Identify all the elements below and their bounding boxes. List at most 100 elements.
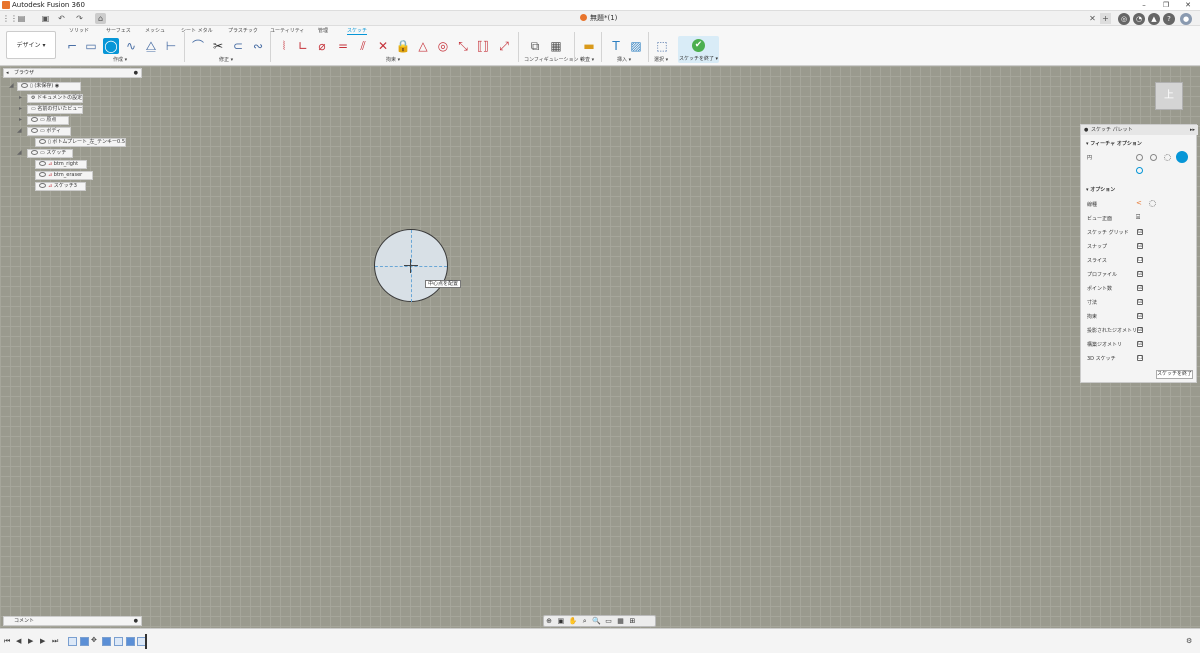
timeline-move-feature-icon[interactable]: ✥ — [91, 636, 97, 644]
browser-root[interactable]: ▯ (未保存) ◉ — [17, 82, 81, 91]
construction-linetype-icon[interactable]: < — [1136, 199, 1142, 207]
visibility-eye-icon[interactable] — [39, 161, 46, 166]
fix-constraint-icon[interactable]: 🔒 — [395, 38, 411, 54]
tab-surface[interactable]: サーフェス — [106, 27, 131, 34]
expand-panel-icon[interactable]: ▸▸ — [1190, 125, 1195, 135]
equal-constraint-icon[interactable]: = — [335, 38, 351, 54]
tab-sheet-metal[interactable]: シート メタル — [181, 27, 213, 34]
timeline-extrude-feature[interactable] — [80, 637, 89, 646]
timeline-sketch-feature[interactable] — [114, 637, 123, 646]
construction-geometry-checkbox[interactable]: ☑ — [1137, 341, 1143, 347]
center-diameter-circle-icon[interactable] — [1136, 154, 1143, 161]
tangent-circle-icon[interactable] — [1136, 167, 1143, 174]
smooth-constraint-icon[interactable]: ⤢ — [496, 38, 512, 54]
collapse-icon[interactable]: ◂ — [6, 69, 9, 77]
trim-tool-icon[interactable]: ✂ — [210, 38, 226, 54]
job-status-icon[interactable]: ◔ — [1133, 13, 1145, 25]
timeline-extrude-feature[interactable] — [126, 637, 135, 646]
document-tab[interactable]: 無題*(1) — [580, 13, 617, 24]
select-menu[interactable]: 選択 ▾ — [654, 56, 668, 63]
new-tab-icon[interactable]: + — [1100, 13, 1111, 24]
display-settings-icon[interactable]: ▭ — [604, 616, 614, 626]
mirror-tool-icon[interactable]: ⧋ — [143, 38, 159, 54]
grid-checkbox[interactable]: ☑ — [1137, 229, 1143, 235]
browser-item-origin[interactable]: ▭ 原点 — [27, 116, 69, 125]
dimensions-checkbox[interactable]: ☑ — [1137, 299, 1143, 305]
browser-item-bodies[interactable]: ▭ ボディ — [27, 127, 71, 136]
palette-header[interactable]: ● スケッチ パレット ▸▸ — [1081, 125, 1198, 135]
expand-arrow-icon[interactable]: ◢ — [9, 82, 14, 89]
close-tab-icon[interactable]: ✕ — [1087, 13, 1098, 24]
feature-options-section[interactable]: ▾ フィーチャ オプション — [1086, 140, 1142, 147]
spline-tool-icon[interactable]: ∿ — [123, 38, 139, 54]
browser-item-sketch[interactable]: ⊿ btm_right — [35, 160, 87, 169]
notifications-icon[interactable]: ▲ — [1148, 13, 1160, 25]
offset-tool-icon[interactable]: ⊂ — [230, 38, 246, 54]
grid-settings-icon[interactable]: ▦ — [616, 616, 626, 626]
go-to-end-icon[interactable]: ⏭ — [52, 637, 58, 646]
browser-item-sketch[interactable]: ⊿ スケッチ3 — [35, 182, 86, 191]
comments-panel[interactable]: コメント ● — [3, 616, 142, 626]
select-window-icon[interactable]: ⬚ — [654, 38, 670, 54]
sketch-canvas[interactable] — [0, 66, 1200, 628]
redo-icon[interactable]: ↷ — [74, 13, 85, 24]
perpendicular-constraint-icon[interactable]: ∟ — [295, 38, 311, 54]
step-forward-icon[interactable]: ▶ — [40, 637, 45, 645]
create-menu[interactable]: 作成 ▾ — [113, 56, 127, 63]
line-tool-icon[interactable]: ⌐ — [64, 38, 80, 54]
expand-arrow-icon[interactable]: ◢ — [17, 127, 22, 134]
collinear-constraint-icon[interactable]: ✕ — [375, 38, 391, 54]
tangent-constraint-icon[interactable]: ⌀ — [314, 38, 330, 54]
finish-sketch-palette-button[interactable]: スケッチを終了 — [1156, 370, 1193, 379]
active-radio-icon[interactable]: ◉ — [55, 83, 59, 89]
rectangle-tool-icon[interactable]: ▭ — [83, 38, 99, 54]
save-icon[interactable]: ▣ — [40, 13, 51, 24]
constraints-checkbox[interactable]: ☑ — [1137, 313, 1143, 319]
symmetry-constraint-icon[interactable]: ⟦⟧ — [475, 38, 491, 54]
panel-dot-icon[interactable]: ● — [134, 617, 138, 625]
tab-utilities[interactable]: ユーティリティ — [270, 27, 304, 34]
timeline-marker[interactable] — [145, 634, 147, 649]
options-section[interactable]: ▾ オプション — [1086, 186, 1115, 193]
two-point-circle-icon[interactable] — [1150, 154, 1157, 161]
viewports-icon[interactable]: ⊞ — [627, 616, 637, 626]
extensions-icon[interactable]: ◎ — [1118, 13, 1130, 25]
project-tool-icon[interactable]: ⊢ — [163, 38, 179, 54]
triangle-constraint-icon[interactable]: △ — [415, 38, 431, 54]
visibility-eye-icon[interactable] — [31, 150, 38, 155]
minimize-icon[interactable]: – — [1134, 0, 1154, 11]
browser-item-named-views[interactable]: ▭ 名前の付いたビュー — [27, 105, 84, 114]
visibility-eye-icon[interactable] — [39, 183, 46, 188]
inspect-menu[interactable]: 検査 ▾ — [580, 56, 594, 63]
orbit-icon[interactable]: ⊕ — [544, 616, 554, 626]
visibility-eye-icon[interactable] — [31, 128, 38, 133]
pan-hand-icon[interactable]: ✋ — [568, 616, 578, 626]
visibility-eye-icon[interactable] — [21, 83, 28, 88]
apps-grid-icon[interactable]: ⋮⋮ — [2, 13, 18, 24]
expand-arrow-icon[interactable]: ◢ — [17, 149, 22, 156]
snap-checkbox[interactable]: ☑ — [1137, 243, 1143, 249]
timeline-sketch-feature[interactable] — [68, 637, 77, 646]
coincident-constraint-icon[interactable]: ⦚ — [276, 38, 292, 54]
visibility-eye-icon[interactable] — [39, 172, 46, 177]
file-menu-icon[interactable]: ▤ — [16, 13, 27, 24]
parallel-constraint-icon[interactable]: ⫽ — [355, 38, 371, 54]
profile-checkbox[interactable]: ☑ — [1137, 271, 1143, 277]
concentric-constraint-icon[interactable]: ◎ — [435, 38, 451, 54]
expand-arrow-icon[interactable]: ▸ — [19, 105, 22, 112]
fillet-tool-icon[interactable]: ⌒ — [190, 38, 206, 54]
configure-grid-icon[interactable]: ▦ — [548, 38, 564, 54]
expand-arrow-icon[interactable]: ▸ — [19, 94, 22, 101]
play-icon[interactable]: ▶ — [28, 637, 33, 645]
visibility-eye-icon[interactable] — [31, 117, 38, 122]
timeline-settings-gear-icon[interactable]: ⚙ — [1186, 637, 1192, 645]
browser-item-body[interactable]: ▯ ボトムプレート_左_テンキー0.5 — [35, 138, 126, 147]
slice-checkbox[interactable]: ☐ — [1137, 257, 1143, 263]
tab-solid[interactable]: ソリッド — [69, 27, 89, 34]
points-checkbox[interactable]: ☑ — [1137, 285, 1143, 291]
finish-sketch-button[interactable]: ✔ スケッチを終了 ▾ — [678, 36, 719, 63]
view-cube[interactable]: 上 — [1155, 82, 1183, 110]
midpoint-constraint-icon[interactable]: ⤡ — [455, 38, 471, 54]
tab-manage[interactable]: 管理 — [318, 27, 328, 34]
panel-dot-icon[interactable]: ● — [134, 69, 138, 77]
